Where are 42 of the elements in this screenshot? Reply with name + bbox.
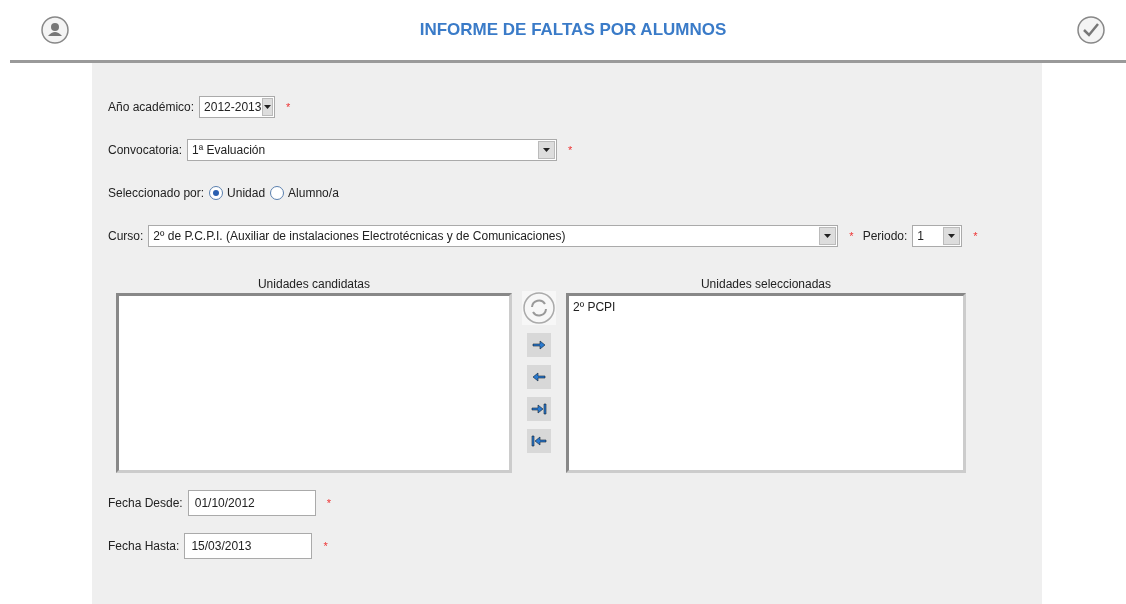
required-mark: * xyxy=(568,143,573,156)
list-title: Unidades seleccionadas xyxy=(700,277,832,291)
academic-year-dropdown[interactable]: 2012-2013 xyxy=(199,95,276,118)
date-to-field[interactable]: 15/03/2013 xyxy=(184,532,313,559)
date-from-label: Fecha Desde: xyxy=(108,495,183,510)
user-icon[interactable] xyxy=(40,15,70,45)
call-dropdown[interactable]: 1ª Evaluación xyxy=(187,138,558,161)
date-to-label: Fecha Hasta: xyxy=(108,538,180,553)
list-item[interactable]: 2º PCPI xyxy=(573,300,959,314)
move-all-right-button[interactable] xyxy=(527,397,551,421)
radio-option[interactable]: Alumno/a xyxy=(270,185,339,200)
required-mark: * xyxy=(323,539,328,552)
date-from-field[interactable]: 01/10/2012 xyxy=(187,489,316,516)
move-all-left-button[interactable] xyxy=(527,429,551,453)
period-dropdown[interactable]: 1 xyxy=(912,224,963,247)
required-mark: * xyxy=(973,229,978,242)
arrow-icon xyxy=(531,339,547,351)
selected-list[interactable]: 2º PCPI xyxy=(566,293,966,473)
required-mark: * xyxy=(849,229,854,242)
period-label: Periodo: xyxy=(862,228,908,243)
radio-option[interactable]: Unidad xyxy=(209,185,266,200)
move-right-button[interactable] xyxy=(527,333,551,357)
checkmark-icon[interactable] xyxy=(1076,15,1106,45)
required-mark: * xyxy=(286,100,291,113)
call-label: Convocatoria: xyxy=(108,142,183,157)
arrow-icon xyxy=(531,435,547,447)
move-left-button[interactable] xyxy=(527,365,551,389)
caret-icon xyxy=(264,104,272,109)
required-mark: * xyxy=(326,496,331,509)
arrow-icon xyxy=(531,403,547,415)
course-dropdown[interactable]: 2º de P.C.P.I. (Auxiliar de instalaciones Electrotécnicas y de Comunicaciones) xyxy=(148,224,839,247)
caret-icon xyxy=(824,233,832,238)
candidate-list[interactable] xyxy=(116,293,512,473)
academic-year-label: Año académico: xyxy=(108,99,195,114)
caret-icon xyxy=(543,147,551,152)
arrow-icon xyxy=(531,371,547,383)
refresh-button[interactable] xyxy=(522,291,556,325)
selection-label: Seleccionado por: xyxy=(108,185,205,200)
course-label: Curso: xyxy=(108,228,144,243)
caret-icon xyxy=(948,233,956,238)
report-title: INFORME DE FALTAS POR ALUMNOS xyxy=(419,20,727,40)
list-title: Unidades candidatas xyxy=(257,277,371,291)
